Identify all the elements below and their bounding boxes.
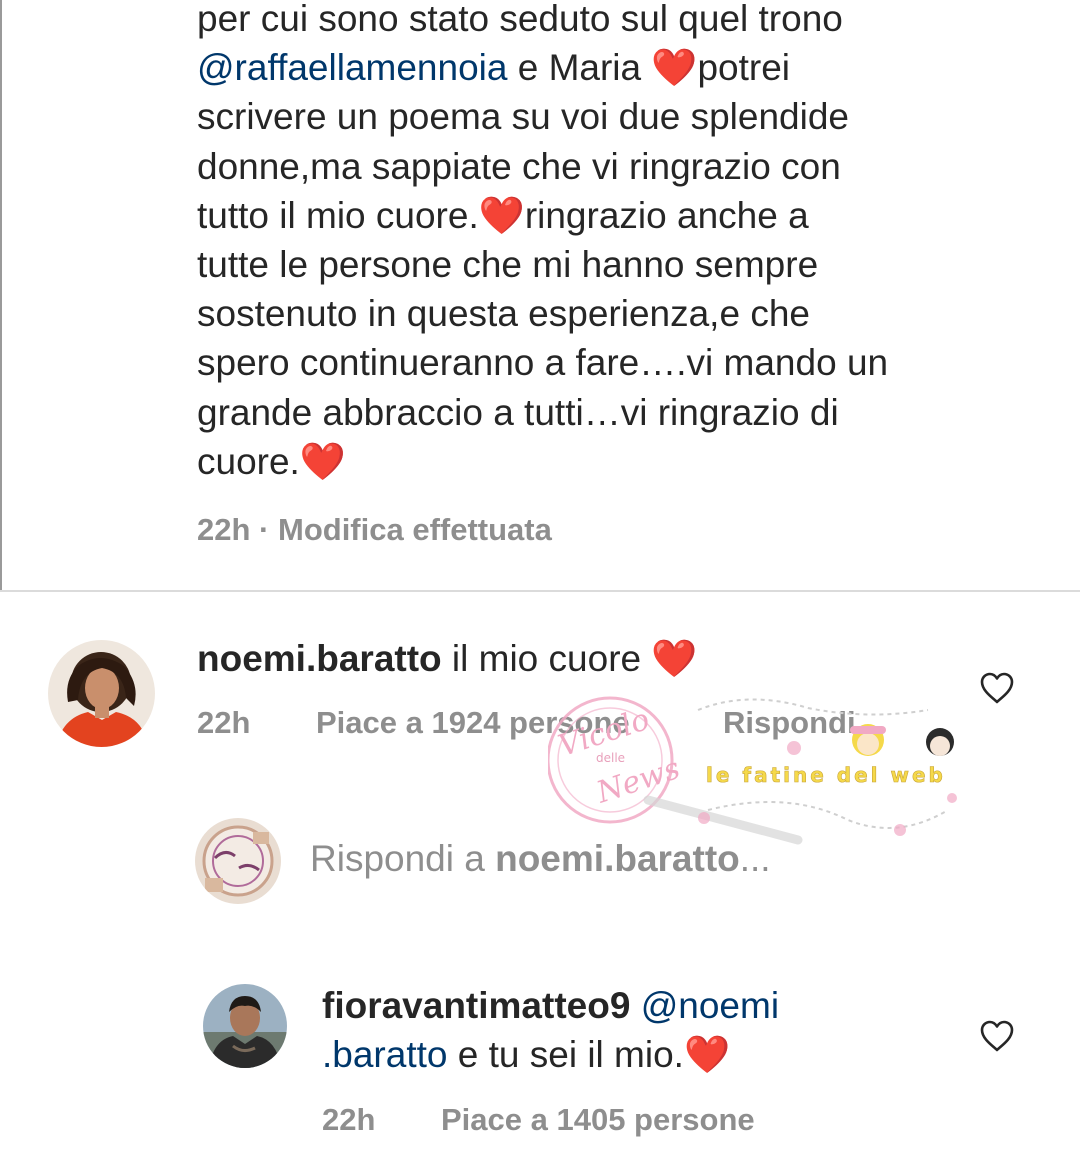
heart-outline-icon[interactable] <box>979 671 1015 705</box>
divider <box>0 590 1080 592</box>
post-time: 22h <box>197 512 251 547</box>
meta-separator: · <box>259 512 270 547</box>
heart-emoji: ❤️ <box>478 194 525 236</box>
heart-emoji: ❤️ <box>683 1034 731 1075</box>
reply-mention[interactable]: @noemi <box>641 985 779 1026</box>
reply-time: 22h <box>322 1102 376 1137</box>
caption-line-3: scrivere un poema su voi due splendide <box>197 96 849 138</box>
caption-line-8: spero continueranno a fare….vi mando un <box>197 342 889 384</box>
heart-emoji: ❤️ <box>651 638 698 679</box>
watermark-secondary-text: le fatine del web <box>706 763 946 787</box>
reply-likes[interactable]: Piace a 1405 persone <box>441 1102 755 1138</box>
heart-emoji: ❤️ <box>299 440 346 482</box>
reply-target: noemi.baratto <box>495 838 740 879</box>
caption-line-5: tutto il mio cuore.❤️ringrazio anche a <box>197 194 809 236</box>
caption-line-6: tutte le persone che mi hanno sempre <box>197 244 819 286</box>
reply-username[interactable]: fioravantimatteo9 <box>322 985 630 1026</box>
mention-link[interactable]: @raffaellamennoia <box>197 47 507 88</box>
reply-avatar[interactable] <box>203 984 287 1068</box>
current-user-avatar-image <box>195 818 281 904</box>
reply-avatar-image <box>203 984 287 1068</box>
reply-text: e tu sei il mio. <box>447 1034 684 1075</box>
current-user-avatar <box>195 818 281 904</box>
reply-prefix: Rispondi a <box>310 838 496 879</box>
comment-likes[interactable]: Piace a 1924 persone <box>316 705 630 741</box>
heart-emoji: ❤️ <box>651 47 698 89</box>
reply-line-1: fioravantimatteo9 @noemi <box>322 981 882 1030</box>
reply-suffix: ... <box>739 838 771 879</box>
watermark-word-3: News <box>592 751 685 811</box>
caption-line-1: per cui sono stato seduto sul quel trono <box>197 0 843 39</box>
reply-button[interactable]: Rispondi <box>723 705 856 741</box>
comment-text: il mio cuore <box>451 638 642 679</box>
reply-line-2: .baratto e tu sei il mio.❤️ <box>322 1030 882 1079</box>
comment-body: noemi.baratto il mio cuore ❤️ <box>197 634 697 683</box>
caption-line-4: donne,ma sappiate che vi ringrazio con <box>197 145 841 187</box>
avatar-image <box>48 640 155 747</box>
comment-username[interactable]: noemi.baratto <box>197 638 442 679</box>
post-meta: 22h · Modifica effettuata <box>197 512 552 548</box>
caption-line-9: grande abbraccio a tutti…vi ringrazio di <box>197 391 839 433</box>
caption-line-2: @raffaellamennoia e Maria ❤️potrei <box>197 47 791 89</box>
edited-label: Modifica effettuata <box>278 512 552 547</box>
caption-line-7: sostenuto in questa esperienza,e che <box>197 293 810 335</box>
reply-composer[interactable]: Rispondi a noemi.baratto... <box>310 838 771 880</box>
left-edge-line <box>0 0 2 591</box>
post-caption: per cui sono stato seduto sul quel trono… <box>197 0 1017 486</box>
watermark-word-2: delle <box>596 751 625 765</box>
reply-mention-cont[interactable]: .baratto <box>322 1034 447 1075</box>
caption-line-10: cuore.❤️ <box>197 440 346 482</box>
avatar[interactable] <box>48 640 155 747</box>
reply-body: fioravantimatteo9 @noemi .baratto e tu s… <box>322 981 882 1079</box>
heart-outline-icon[interactable] <box>979 1019 1015 1053</box>
comment-time: 22h <box>197 705 251 740</box>
